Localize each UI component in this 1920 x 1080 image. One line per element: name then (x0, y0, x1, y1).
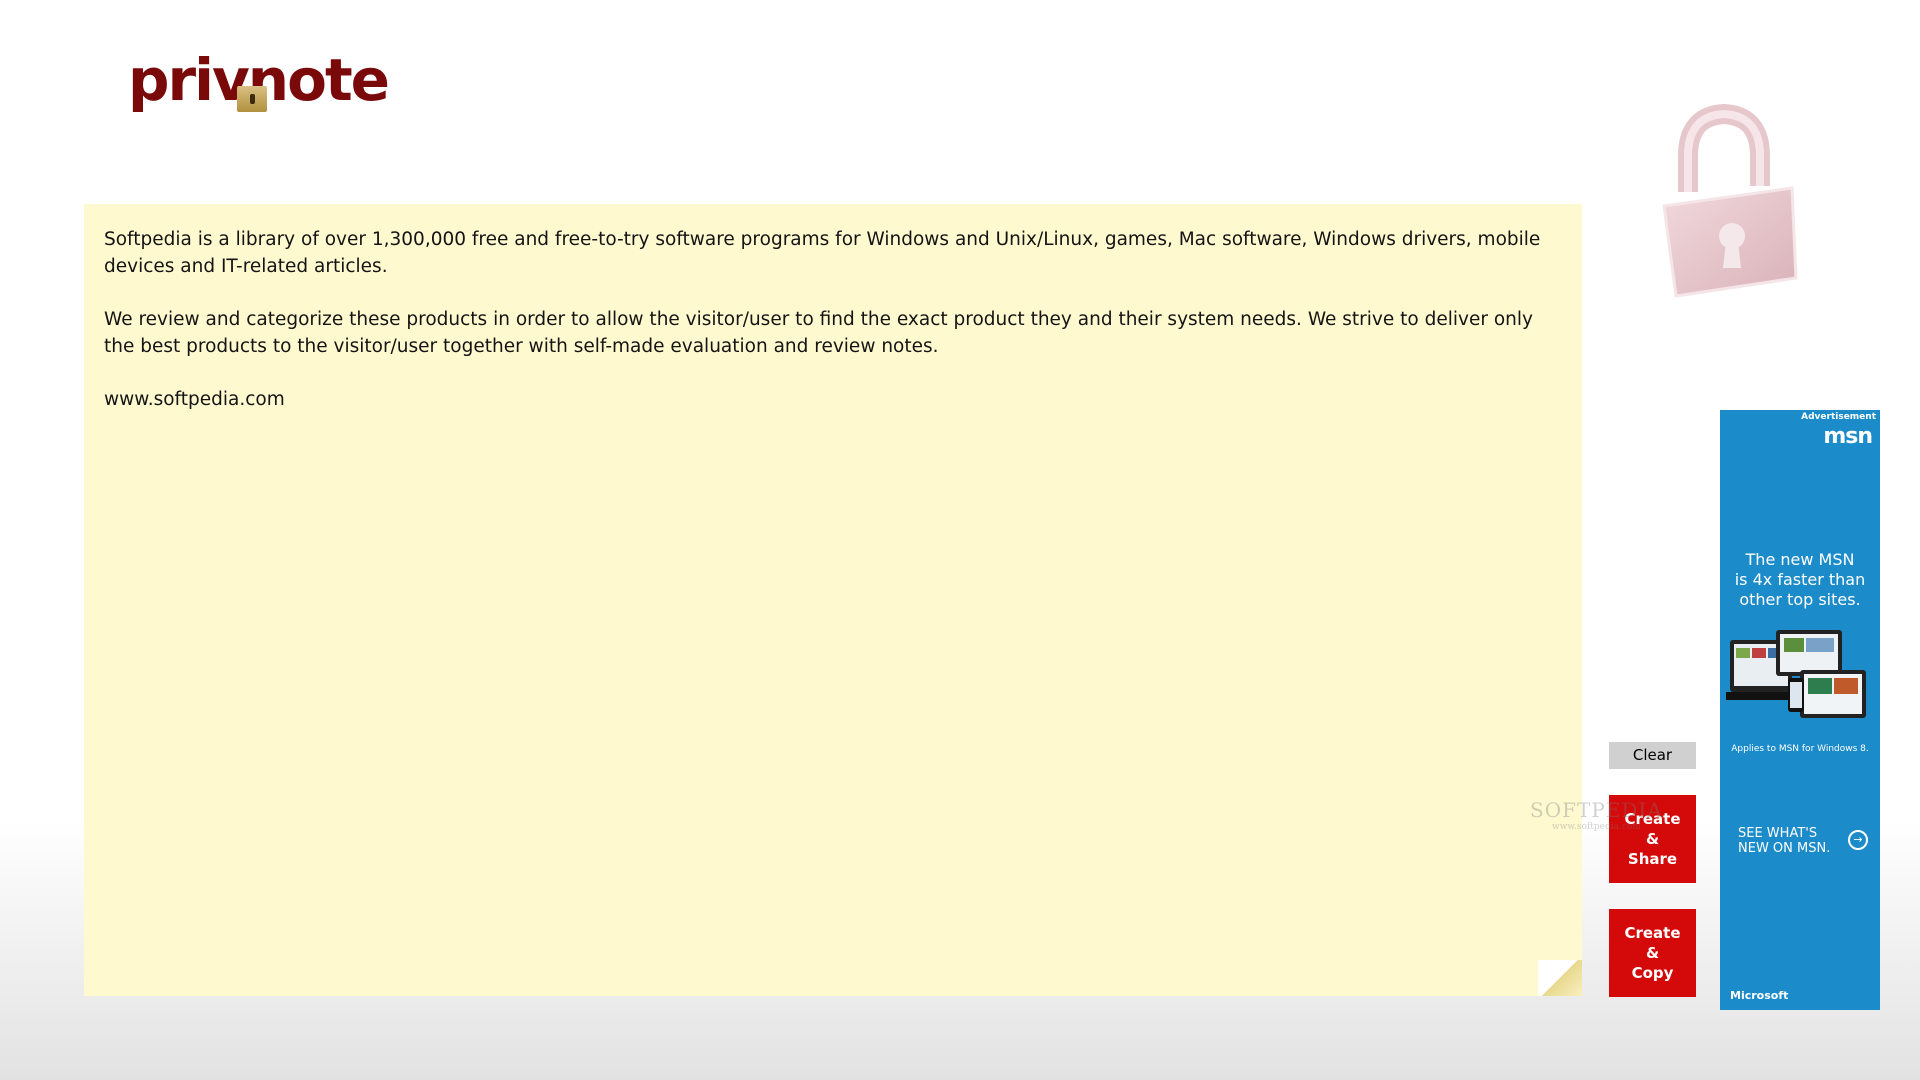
watermark-main: SOFTPEDIA (1530, 798, 1663, 822)
ad-cta-line: SEE WHAT'S (1738, 826, 1818, 841)
button-label-line: & (1645, 944, 1660, 962)
button-label-line: Copy (1631, 964, 1674, 982)
privnote-logo: privnote (128, 44, 390, 116)
note-paragraph: We review and categorize these products … (104, 309, 1533, 357)
ad-label: Advertisement (1801, 412, 1876, 422)
note-paragraph: www.softpedia.com (104, 389, 285, 410)
note-paragraph: Softpedia is a library of over 1,300,000… (104, 229, 1541, 277)
page-curl-decoration (1538, 960, 1582, 996)
ad-headline-line: is 4x faster than (1734, 570, 1866, 589)
create-copy-button[interactable]: Create & Copy (1609, 909, 1696, 997)
button-label-line: Share (1627, 850, 1678, 868)
padlock-icon (1662, 103, 1798, 298)
ad-cta-line: NEW ON MSN. (1738, 841, 1831, 856)
ad-headline: The new MSN is 4x faster than other top … (1720, 550, 1880, 610)
clear-button[interactable]: Clear (1609, 742, 1696, 769)
ad-headline-line: other top sites. (1739, 590, 1861, 609)
msn-logo: msn (1823, 424, 1873, 449)
note-editor[interactable]: Softpedia is a library of over 1,300,000… (84, 204, 1582, 996)
softpedia-watermark: SOFTPEDIA www.softpedia.com (1530, 798, 1663, 832)
ad-applies-text: Applies to MSN for Windows 8. (1731, 744, 1869, 754)
devices-image (1726, 630, 1866, 718)
ad-cta-link[interactable]: SEE WHAT'S NEW ON MSN. (1738, 826, 1830, 856)
button-label-line: & (1645, 830, 1660, 848)
msn-advertisement[interactable]: Advertisement msn The new MSN is 4x fast… (1720, 410, 1880, 1010)
note-text[interactable]: Softpedia is a library of over 1,300,000… (104, 226, 1542, 439)
ad-headline-line: The new MSN (1745, 550, 1855, 569)
arrow-right-circle-icon[interactable]: → (1848, 830, 1868, 850)
microsoft-brand: Microsoft (1730, 989, 1789, 1002)
button-label-line: Create (1624, 924, 1681, 942)
watermark-sub: www.softpedia.com (1552, 822, 1641, 832)
logo-lock-icon (237, 86, 267, 112)
